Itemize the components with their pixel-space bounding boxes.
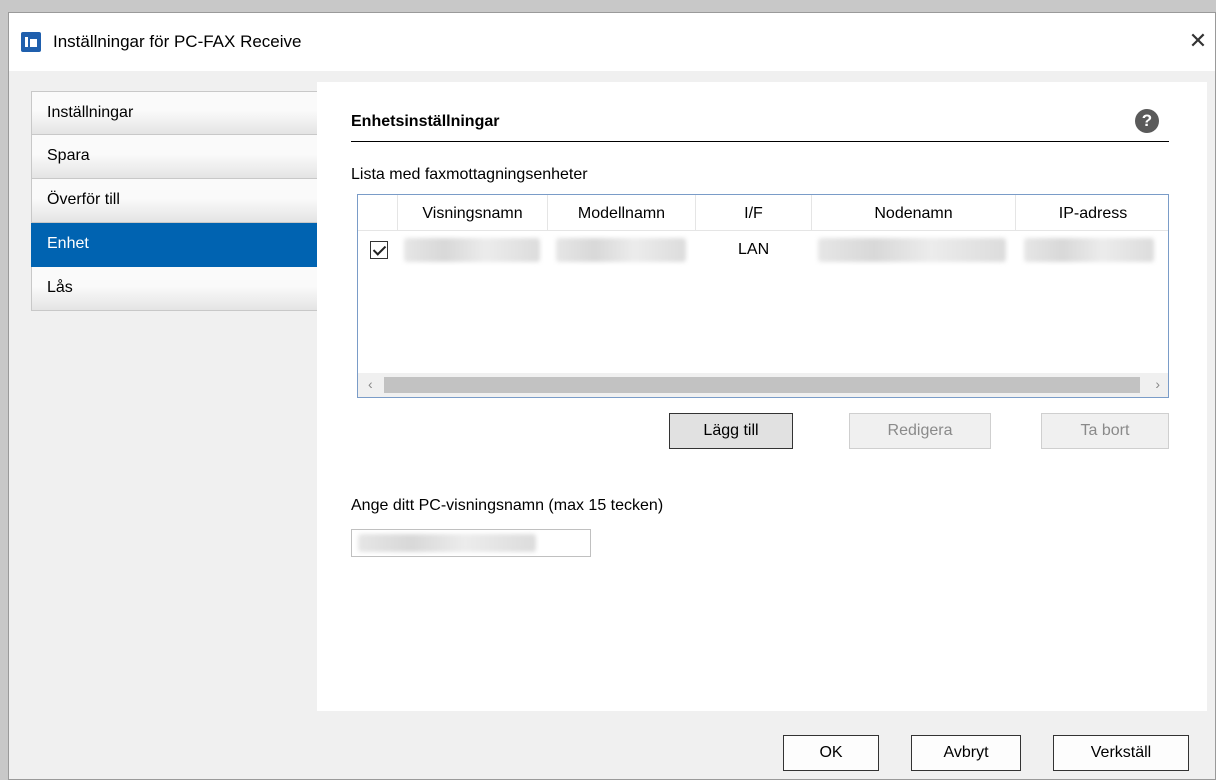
pc-name-label: Ange ditt PC-visningsnamn (max 15 tecken… [351,497,664,514]
sidebar-item-las[interactable]: Lås [31,267,319,311]
column-header-node-name[interactable]: Nodenamn [812,195,1016,231]
section-title: Enhetsinställningar [351,113,500,130]
redacted-ip-address [1024,238,1154,262]
device-interface: LAN [738,241,770,258]
sidebar: Inställningar Spara Överför till Enhet L… [31,91,319,311]
close-button[interactable]: ✕ [1181,23,1215,59]
help-icon[interactable]: ? [1135,109,1159,133]
add-button[interactable]: Lägg till [669,413,793,449]
cancel-button[interactable]: Avbryt [911,735,1021,771]
column-header-interface[interactable]: I/F [696,195,812,231]
horizontal-scrollbar[interactable]: ‹ › [358,373,1168,397]
redacted-display-name [404,238,540,262]
table-header: Visningsnamn Modellnamn I/F Nodenamn IP-… [358,195,1168,231]
ok-button[interactable]: OK [783,735,879,771]
column-header-check [358,195,398,231]
redacted-pc-name [358,534,536,552]
redacted-model-name [556,238,686,262]
scroll-left-icon[interactable]: ‹ [368,376,373,392]
sidebar-item-installningar[interactable]: Inställningar [31,91,319,135]
close-icon: ✕ [1188,28,1208,53]
sidebar-item-overfor-till[interactable]: Överför till [31,179,319,223]
content-panel: Enhetsinställningar ? Lista med faxmotta… [317,82,1207,711]
sidebar-item-enhet[interactable]: Enhet [31,223,319,267]
apply-button[interactable]: Verkställ [1053,735,1189,771]
sidebar-item-spara[interactable]: Spara [31,135,319,179]
title-bar: Inställningar för PC-FAX Receive ✕ [9,13,1215,71]
section-divider [351,141,1169,142]
device-table: Visningsnamn Modellnamn I/F Nodenamn IP-… [357,194,1169,398]
pc-name-input[interactable] [351,529,591,557]
pc-fax-app-icon [21,32,41,52]
window-title: Inställningar för PC-FAX Receive [53,32,302,51]
column-header-model-name[interactable]: Modellnamn [548,195,696,231]
scrollbar-thumb[interactable] [384,377,1140,393]
scroll-right-icon[interactable]: › [1155,376,1160,392]
table-row[interactable]: LAN [358,233,1168,269]
dialog-window: Inställningar för PC-FAX Receive ✕ Instä… [8,12,1216,780]
device-list-label: Lista med faxmottagningsenheter [351,166,588,183]
remove-button[interactable]: Ta bort [1041,413,1169,449]
column-header-display-name[interactable]: Visningsnamn [398,195,548,231]
column-header-ip-address[interactable]: IP-adress [1016,195,1168,231]
edit-button[interactable]: Redigera [849,413,991,449]
device-checkbox[interactable] [370,241,388,259]
redacted-node-name [818,238,1006,262]
